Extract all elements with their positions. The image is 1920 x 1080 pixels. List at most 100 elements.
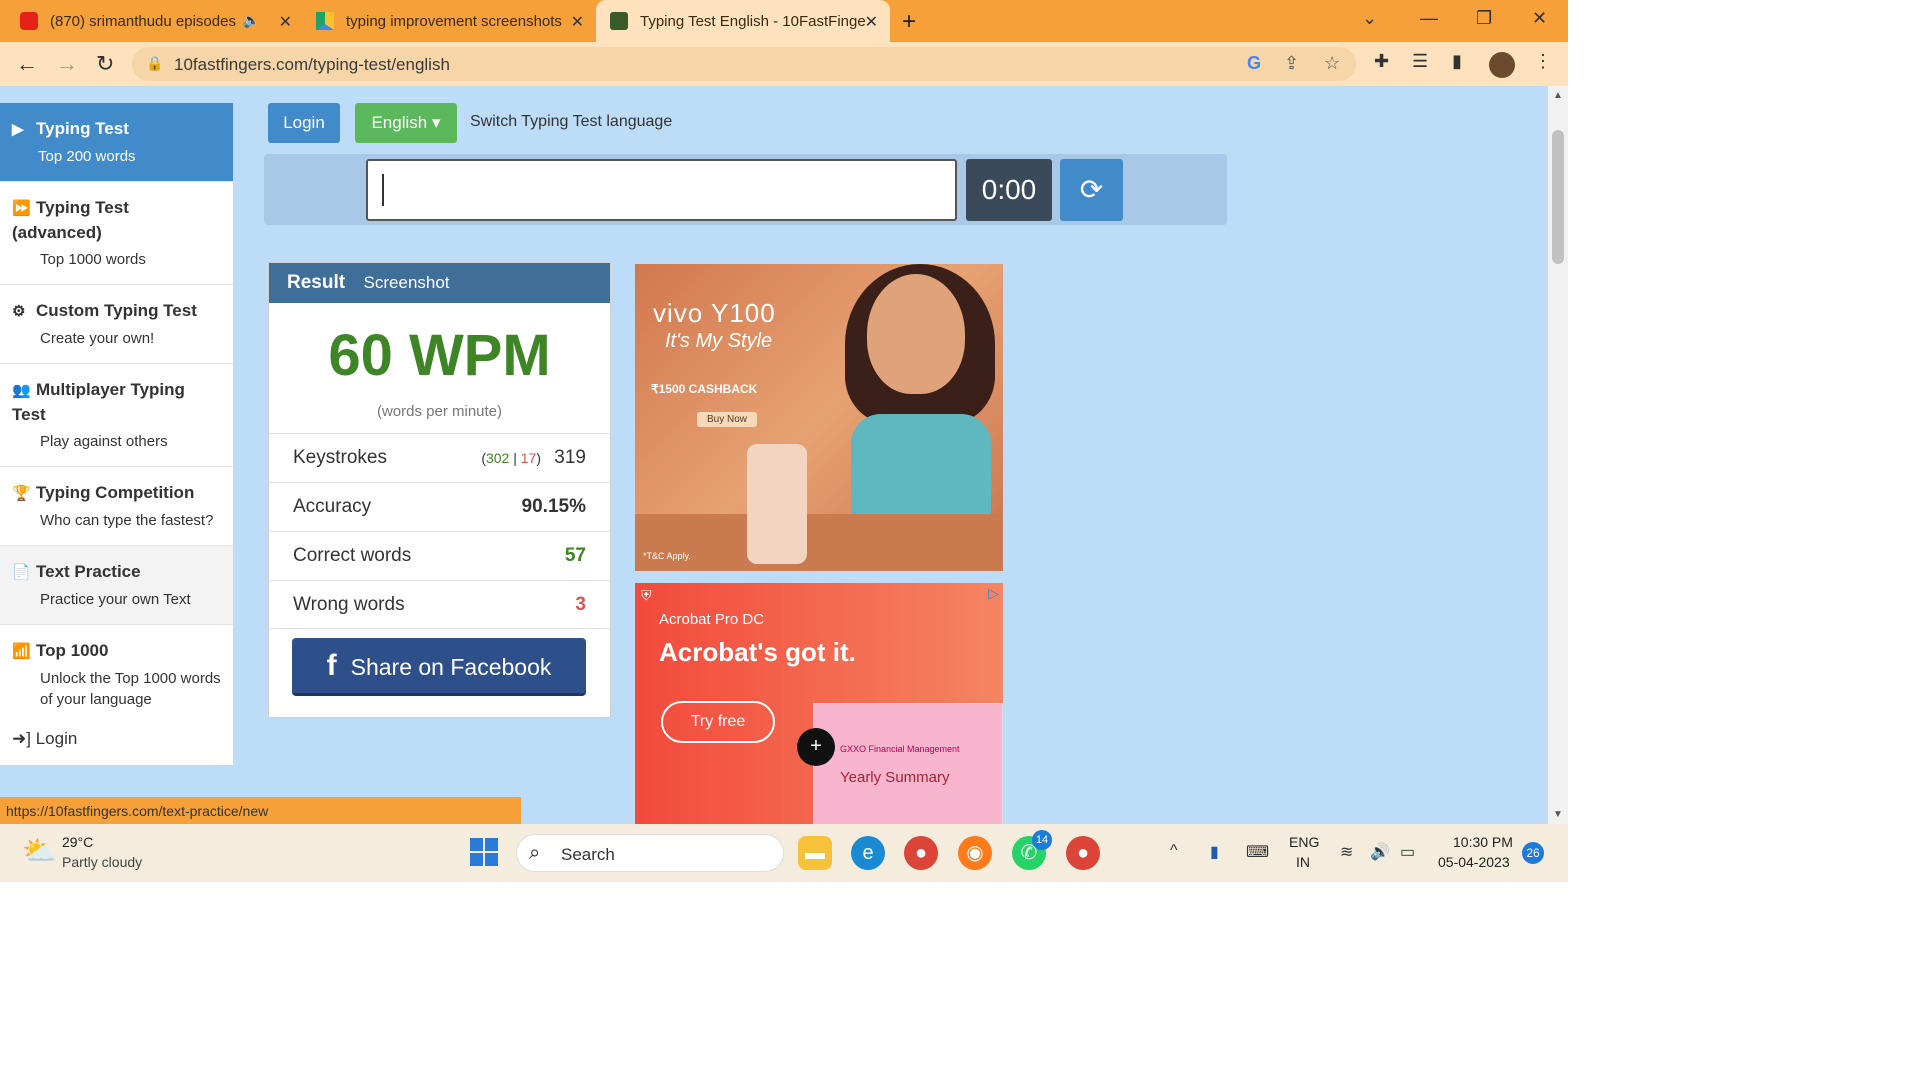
google-icon[interactable]: G <box>1247 53 1261 74</box>
ad-table <box>635 514 1003 571</box>
clock-date: 05-04-2023 <box>1438 854 1510 870</box>
trophy-icon: 🏆 <box>12 485 31 502</box>
scroll-down-icon[interactable]: ▼ <box>1553 809 1563 820</box>
usb-icon[interactable]: ▮ <box>1210 842 1219 862</box>
address-bar[interactable]: 🔒 10fastfingers.com/typing-test/english … <box>132 47 1356 81</box>
acrobat-ad[interactable]: ⛨ ▷ Acrobat Pro DC Acrobat's got it. Try… <box>635 583 1003 824</box>
login-button[interactable]: Login <box>268 103 340 143</box>
reload-icon[interactable]: ↻ <box>96 51 114 77</box>
lock-icon: 🔒 <box>146 55 164 71</box>
link-status-bar: https://10fastfingers.com/text-practice/… <box>0 797 521 824</box>
sidebar-item-label: Custom Typing Test <box>36 301 197 320</box>
typing-input[interactable] <box>366 159 957 221</box>
chrome-icon[interactable]: ● <box>904 836 938 870</box>
windows-logo-tile <box>485 838 498 851</box>
chevron-up-icon[interactable]: ^ <box>1170 842 1178 860</box>
correct-words-row: Correct words 57 <box>269 531 610 580</box>
sidebar-item-top-1000[interactable]: 📶 Top 1000 Unlock the Top 1000 words of y… <box>0 625 233 725</box>
weather-temp: 29°C <box>62 834 94 850</box>
plus-icon[interactable]: + <box>797 728 835 766</box>
back-icon[interactable]: ← <box>16 51 38 77</box>
close-icon[interactable]: ✕ <box>279 12 292 32</box>
tab-10fastfingers[interactable]: Typing Test English - 10FastFinge ✕ <box>596 0 890 42</box>
keystrokes-correct: 302 <box>485 450 510 466</box>
input-language[interactable]: ENG <box>1289 834 1319 850</box>
tab-youtube[interactable]: (870) srimanthudu episodes 🔈 ✕ <box>20 0 304 42</box>
extensions-icon[interactable]: ✚ <box>1374 51 1389 72</box>
result-panel: Result Screenshot 60 WPM (words per minu… <box>268 262 611 718</box>
keystrokes-breakdown: (302 | 17) <box>481 450 542 466</box>
sidebar-item-custom-typing-test[interactable]: ⚙ Custom Typing Test Create your own! <box>0 285 233 364</box>
share-facebook-button[interactable]: f Share on Facebook <box>292 638 586 696</box>
ad-buy-button[interactable]: Buy Now <box>697 412 758 427</box>
tab-strip: (870) srimanthudu episodes 🔈 ✕ typing im… <box>0 0 1568 42</box>
taskbar-search[interactable]: ⌕ Search <box>516 834 784 872</box>
sidebar-item-multiplayer[interactable]: 👥 Multiplayer Typing Test Play against ot… <box>0 364 233 467</box>
close-window-icon[interactable]: ✕ <box>1532 8 1547 29</box>
sidebar-login[interactable]: ➜] Login <box>0 715 233 765</box>
scroll-up-icon[interactable]: ▲ <box>1553 90 1563 101</box>
start-button[interactable] <box>470 838 500 868</box>
ad-brand: Acrobat Pro DC <box>659 611 765 628</box>
accuracy-label: Accuracy <box>293 496 372 517</box>
file-explorer-icon[interactable]: ▬ <box>798 836 832 870</box>
caret-down-icon: ▾ <box>431 113 441 132</box>
new-tab-icon[interactable]: + <box>902 8 916 36</box>
language-dropdown[interactable]: English ▾ <box>355 103 457 143</box>
edge-icon[interactable]: e <box>851 836 885 870</box>
notification-badge[interactable]: 26 <box>1522 842 1544 864</box>
clock-time[interactable]: 10:30 PM <box>1453 834 1513 850</box>
browser-toolbar: ← → ↻ 🔒 10fastfingers.com/typing-test/en… <box>0 42 1568 86</box>
sidebar-item-typing-test[interactable]: ▶ Typing Test Top 200 words <box>0 103 233 182</box>
ad-terms: *T&C Apply. <box>643 551 691 561</box>
chrome-profile-icon[interactable]: ● <box>1066 836 1100 870</box>
tab-result[interactable]: Result <box>287 272 345 293</box>
speaker-icon[interactable]: 🔈 <box>243 12 260 29</box>
minimize-icon[interactable]: — <box>1420 8 1438 29</box>
volume-icon[interactable]: 🔊 <box>1370 842 1390 862</box>
firefox-icon[interactable]: ◉ <box>958 836 992 870</box>
star-icon[interactable]: ☆ <box>1324 53 1340 74</box>
scrollbar[interactable]: ▲ ▼ <box>1548 86 1568 824</box>
sidebar-item-typing-test-advanced[interactable]: ⏩ Typing Test (advanced) Top 1000 words <box>0 182 233 285</box>
restore-icon[interactable]: ❐ <box>1476 8 1492 29</box>
share-icon[interactable]: ⇪ <box>1284 53 1299 74</box>
wifi-icon[interactable]: ≋ <box>1340 842 1353 862</box>
keystrokes-label: Keystrokes <box>293 447 387 468</box>
accuracy-row: Accuracy 90.15% <box>269 482 610 531</box>
weather-icon[interactable]: ⛅ <box>22 834 57 867</box>
close-icon[interactable]: ✕ <box>865 12 878 32</box>
side-panel-icon[interactable]: ▮ <box>1452 51 1462 72</box>
ad-title: vivo Y100 <box>653 298 776 328</box>
vivo-ad[interactable]: vivo Y100 It's My Style ₹1500 CASHBACK B… <box>635 264 1003 571</box>
adchoices-icon[interactable]: ▷ <box>988 585 999 602</box>
menu-icon[interactable]: ⋮ <box>1534 51 1552 72</box>
sidebar-item-label: Text Practice <box>36 562 141 581</box>
close-icon[interactable]: ✕ <box>571 12 584 32</box>
refresh-button[interactable]: ⟳ <box>1060 159 1123 221</box>
media-icon[interactable]: ☰ <box>1412 51 1428 72</box>
ad-document-preview: GXXO Financial Management Yearly Summary <box>813 703 1003 824</box>
scrollbar-thumb[interactable] <box>1552 130 1564 264</box>
tab-screenshot[interactable]: Screenshot <box>364 273 450 292</box>
sidebar-item-text-practice[interactable]: 📄 Text Practice Practice your own Text <box>0 546 233 625</box>
forward-icon[interactable]: → <box>56 51 78 77</box>
try-free-button[interactable]: Try free <box>661 701 775 743</box>
play-icon: ▶ <box>12 121 24 138</box>
sidebar-item-competition[interactable]: 🏆 Typing Competition Who can type the fas… <box>0 467 233 546</box>
result-header: Result Screenshot <box>269 263 610 303</box>
signal-bars-icon: 📶 <box>12 643 31 660</box>
windows-logo-tile <box>485 853 498 866</box>
tab-search-icon[interactable]: ⌄ <box>1362 8 1377 29</box>
ad-doc-title: GXXO Financial Management <box>840 744 960 754</box>
windows-logo-tile <box>470 838 483 851</box>
keyboard-icon[interactable]: ⌨ <box>1246 842 1269 862</box>
correct-words-value: 57 <box>564 545 586 566</box>
battery-icon[interactable]: ▭ <box>1400 842 1415 862</box>
10fastfingers-icon <box>610 12 628 30</box>
wpm-caption: (words per minute) <box>376 403 503 420</box>
tab-drive[interactable]: typing improvement screenshots ✕ <box>316 0 596 42</box>
input-region: IN <box>1296 854 1310 870</box>
sign-in-icon: ➜] <box>12 729 31 748</box>
avatar[interactable] <box>1489 52 1515 78</box>
